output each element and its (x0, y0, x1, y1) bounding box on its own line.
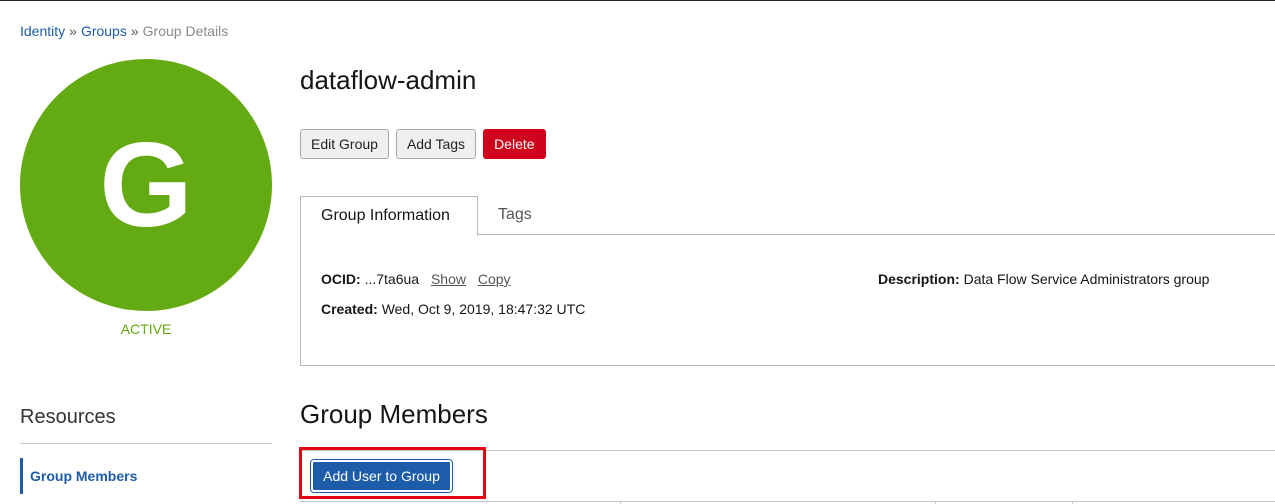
description-value: Data Flow Service Administrators group (963, 271, 1210, 287)
group-members-title: Group Members (300, 399, 488, 429)
breadcrumb: Identity» Groups» Group Details (20, 23, 228, 39)
group-information-panel: OCID: ...7ta6ua Show Copy Created: Wed, … (300, 234, 1275, 366)
status-label: ACTIVE (120, 321, 172, 337)
resources-divider (20, 443, 272, 444)
group-avatar: G (20, 59, 272, 311)
breadcrumb-separator: » (69, 23, 77, 39)
resources-title: Resources (20, 406, 116, 428)
resources-item-group-members[interactable]: Group Members (20, 458, 272, 494)
ocid-label: OCID: (321, 271, 361, 287)
created-value: Wed, Oct 9, 2019, 18:47:32 UTC (381, 301, 586, 317)
add-user-to-group-button[interactable]: Add User to Group (310, 459, 453, 493)
created-row: Created: Wed, Oct 9, 2019, 18:47:32 UTC (321, 301, 585, 317)
add-tags-button[interactable]: Add Tags (395, 129, 477, 159)
avatar-letter: G (99, 118, 193, 252)
delete-button[interactable]: Delete (483, 129, 546, 159)
ocid-row: OCID: ...7ta6ua Show Copy (321, 271, 511, 287)
breadcrumb-current: Group Details (142, 23, 229, 39)
edit-group-button[interactable]: Edit Group (300, 129, 389, 159)
tab-bar: Group Information Tags (300, 196, 1275, 236)
ocid-copy-link[interactable]: Copy (478, 271, 511, 287)
breadcrumb-groups-link[interactable]: Groups (81, 23, 127, 39)
tab-tags[interactable]: Tags (478, 196, 552, 235)
tab-group-information[interactable]: Group Information (300, 196, 478, 236)
description-row: Description: Data Flow Service Administr… (878, 271, 1209, 287)
page-title: dataflow-admin (300, 65, 477, 95)
created-label: Created: (321, 301, 378, 317)
description-label: Description: (878, 271, 960, 287)
breadcrumb-identity-link[interactable]: Identity (20, 23, 65, 39)
breadcrumb-separator: » (130, 23, 139, 39)
ocid-show-link[interactable]: Show (431, 271, 466, 287)
action-bar: Edit Group Add Tags Delete (300, 129, 546, 159)
ocid-value: ...7ta6ua (364, 271, 420, 287)
